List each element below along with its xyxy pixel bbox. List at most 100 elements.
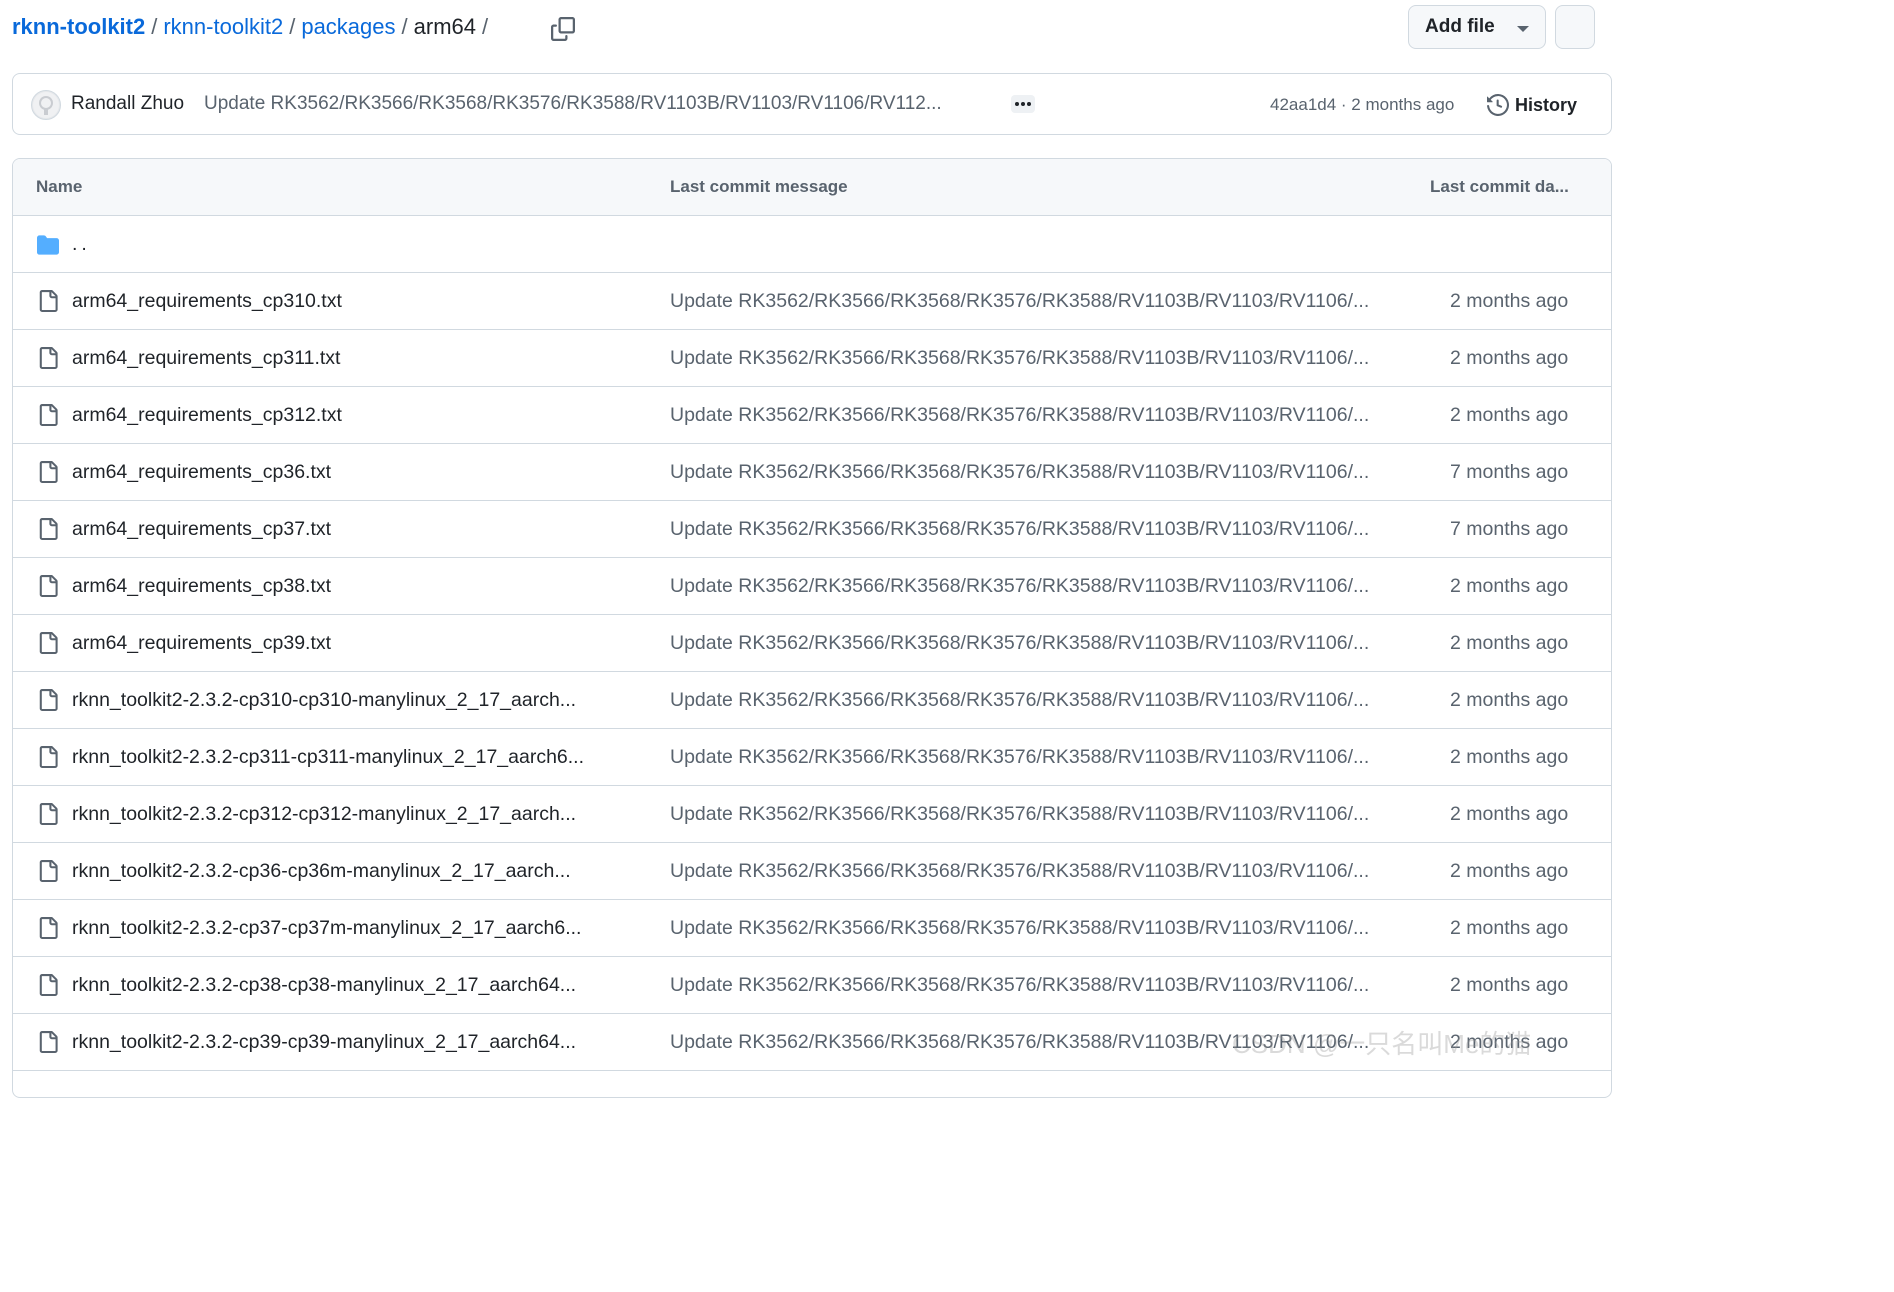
parent-directory-link[interactable]: ..	[72, 231, 632, 257]
file-name-link[interactable]: rknn_toolkit2-2.3.2-cp36-cp36m-manylinux…	[72, 858, 632, 884]
file-icon	[39, 290, 58, 312]
file-icon	[39, 1031, 58, 1053]
file-name-link[interactable]: rknn_toolkit2-2.3.2-cp39-cp39-manylinux_…	[72, 1029, 632, 1055]
commit-date: 2 months ago	[1450, 746, 1569, 768]
commit-message-link[interactable]: Update RK3562/RK3566/RK3568/RK3576/RK358…	[670, 972, 1410, 998]
file-icon	[39, 347, 58, 369]
commit-date: 2 months ago	[1450, 290, 1569, 312]
file-name-link[interactable]: arm64_requirements_cp39.txt	[72, 630, 632, 656]
copy-icon	[551, 17, 575, 41]
table-header: Name Last commit message Last commit da.…	[13, 159, 1611, 216]
file-icon	[39, 746, 58, 768]
table-row[interactable]: arm64_requirements_cp38.txt Update RK3562…	[13, 558, 1611, 615]
commit-date: 2 months ago	[1450, 1031, 1569, 1053]
commit-message-link[interactable]: Update RK3562/RK3566/RK3568/RK3576/RK358…	[670, 288, 1410, 314]
commit-sha-link[interactable]: 42aa1d4	[1270, 95, 1336, 114]
file-icon	[39, 575, 58, 597]
expand-commit-button[interactable]	[1011, 95, 1035, 113]
latest-commit-bar: Randall Zhuo Update RK3562/RK3566/RK3568…	[12, 73, 1612, 135]
copy-path-button[interactable]	[548, 14, 578, 44]
breadcrumb-repo-link[interactable]: rknn-toolkit2	[12, 12, 145, 42]
commit-message-link[interactable]: Update RK3562/RK3566/RK3568/RK3576/RK358…	[670, 573, 1410, 599]
commit-date: 2 months ago	[1450, 404, 1569, 426]
commit-date: 2 months ago	[1450, 860, 1569, 882]
file-icon	[39, 974, 58, 996]
avatar[interactable]	[31, 90, 61, 120]
file-name-link[interactable]: arm64_requirements_cp310.txt	[72, 288, 632, 314]
column-header-message: Last commit message	[670, 177, 848, 196]
commit-date: 2 months ago	[1450, 632, 1569, 654]
commit-message-link[interactable]: Update RK3562/RK3566/RK3568/RK3576/RK358…	[670, 402, 1410, 428]
kebab-horizontal-icon	[1015, 102, 1031, 106]
add-file-button[interactable]: Add file	[1408, 5, 1546, 49]
file-name-link[interactable]: rknn_toolkit2-2.3.2-cp311-cp311-manylinu…	[72, 744, 632, 770]
breadcrumb-bar: rknn-toolkit2 / rknn-toolkit2 / packages…	[0, 0, 1595, 58]
file-name-link[interactable]: rknn_toolkit2-2.3.2-cp312-cp312-manylinu…	[72, 801, 632, 827]
table-row[interactable]: rknn_toolkit2-2.3.2-cp38-cp38-manylinux_…	[13, 957, 1611, 1014]
file-name-link[interactable]: arm64_requirements_cp38.txt	[72, 573, 632, 599]
table-row[interactable]: rknn_toolkit2-2.3.2-cp311-cp311-manylinu…	[13, 729, 1611, 786]
history-button[interactable]: History	[1487, 89, 1577, 121]
commit-message-link[interactable]: Update RK3562/RK3566/RK3568/RK3576/RK358…	[670, 630, 1410, 656]
breadcrumb-separator: /	[151, 14, 158, 39]
commit-message-link[interactable]: Update RK3562/RK3566/RK3568/RK3576/RK358…	[670, 1029, 1410, 1055]
history-label: History	[1515, 94, 1578, 115]
file-table: Name Last commit message Last commit da.…	[12, 158, 1612, 1098]
table-row[interactable]: arm64_requirements_cp312.txt Update RK356…	[13, 387, 1611, 444]
file-icon	[39, 917, 58, 939]
file-name-link[interactable]: arm64_requirements_cp311.txt	[72, 345, 632, 371]
table-row[interactable]: arm64_requirements_cp39.txt Update RK3562…	[13, 615, 1611, 672]
breadcrumb: rknn-toolkit2 / rknn-toolkit2 / packages…	[12, 12, 494, 42]
commit-message-link[interactable]: Update RK3562/RK3566/RK3568/RK3576/RK358…	[670, 516, 1410, 542]
file-name-link[interactable]: rknn_toolkit2-2.3.2-cp38-cp38-manylinux_…	[72, 972, 632, 998]
file-icon	[39, 860, 58, 882]
column-header-name: Name	[36, 177, 83, 196]
commit-meta: 42aa1d4 · 2 months ago	[1270, 93, 1454, 117]
commit-date: 2 months ago	[1450, 575, 1569, 597]
commit-author-link[interactable]: Randall Zhuo	[71, 91, 184, 117]
commit-date: 2 months ago	[1450, 974, 1569, 996]
column-header-date: Last commit da...	[1430, 177, 1569, 196]
file-name-link[interactable]: arm64_requirements_cp37.txt	[72, 516, 632, 542]
file-icon	[39, 461, 58, 483]
commit-date: 2 months ago	[1450, 803, 1569, 825]
commit-date: 7 months ago	[1450, 461, 1569, 483]
file-name-link[interactable]: rknn_toolkit2-2.3.2-cp310-cp310-manylinu…	[72, 687, 632, 713]
commit-message-link[interactable]: Update RK3562/RK3566/RK3568/RK3576/RK358…	[204, 91, 1004, 117]
commit-message-link[interactable]: Update RK3562/RK3566/RK3568/RK3576/RK358…	[670, 801, 1410, 827]
table-row[interactable]: arm64_requirements_cp36.txt Update RK3562…	[13, 444, 1611, 501]
file-name-link[interactable]: arm64_requirements_cp312.txt	[72, 402, 632, 428]
file-icon	[39, 518, 58, 540]
table-row[interactable]: arm64_requirements_cp311.txt Update RK356…	[13, 330, 1611, 387]
commit-message-link[interactable]: Update RK3562/RK3566/RK3568/RK3576/RK358…	[670, 915, 1410, 941]
commit-message-link[interactable]: Update RK3562/RK3566/RK3568/RK3576/RK358…	[670, 687, 1410, 713]
triangle-down-icon	[1517, 26, 1529, 32]
commit-age: 2 months ago	[1351, 95, 1455, 114]
folder-icon	[37, 235, 59, 255]
table-row[interactable]: rknn_toolkit2-2.3.2-cp312-cp312-manylinu…	[13, 786, 1611, 843]
commit-date: 2 months ago	[1450, 917, 1569, 939]
breadcrumb-path-link[interactable]: rknn-toolkit2	[163, 12, 283, 42]
breadcrumb-separator: /	[289, 14, 296, 39]
more-options-button[interactable]	[1555, 5, 1595, 49]
commit-message-link[interactable]: Update RK3562/RK3566/RK3568/RK3576/RK358…	[670, 459, 1410, 485]
add-file-label: Add file	[1425, 16, 1495, 37]
parent-directory-row[interactable]: ..	[13, 216, 1611, 273]
file-icon	[39, 689, 58, 711]
file-name-link[interactable]: rknn_toolkit2-2.3.2-cp37-cp37m-manylinux…	[72, 915, 632, 941]
table-row[interactable]: rknn_toolkit2-2.3.2-cp37-cp37m-manylinux…	[13, 900, 1611, 957]
commit-message-link[interactable]: Update RK3562/RK3566/RK3568/RK3576/RK358…	[670, 744, 1410, 770]
table-row[interactable]: arm64_requirements_cp310.txt Update RK356…	[13, 273, 1611, 330]
table-row[interactable]: rknn_toolkit2-2.3.2-cp310-cp310-manylinu…	[13, 672, 1611, 729]
commit-date: 2 months ago	[1450, 347, 1569, 369]
commit-message-link[interactable]: Update RK3562/RK3566/RK3568/RK3576/RK358…	[670, 858, 1410, 884]
table-row[interactable]: rknn_toolkit2-2.3.2-cp36-cp36m-manylinux…	[13, 843, 1611, 900]
commit-meta-separator: ·	[1336, 95, 1352, 114]
file-icon	[39, 803, 58, 825]
table-row[interactable]: rknn_toolkit2-2.3.2-cp39-cp39-manylinux_…	[13, 1014, 1611, 1071]
avatar-icon	[33, 92, 59, 118]
table-row[interactable]: arm64_requirements_cp37.txt Update RK3562…	[13, 501, 1611, 558]
file-name-link[interactable]: arm64_requirements_cp36.txt	[72, 459, 632, 485]
commit-message-link[interactable]: Update RK3562/RK3566/RK3568/RK3576/RK358…	[670, 345, 1410, 371]
breadcrumb-path-link[interactable]: packages	[301, 12, 395, 42]
